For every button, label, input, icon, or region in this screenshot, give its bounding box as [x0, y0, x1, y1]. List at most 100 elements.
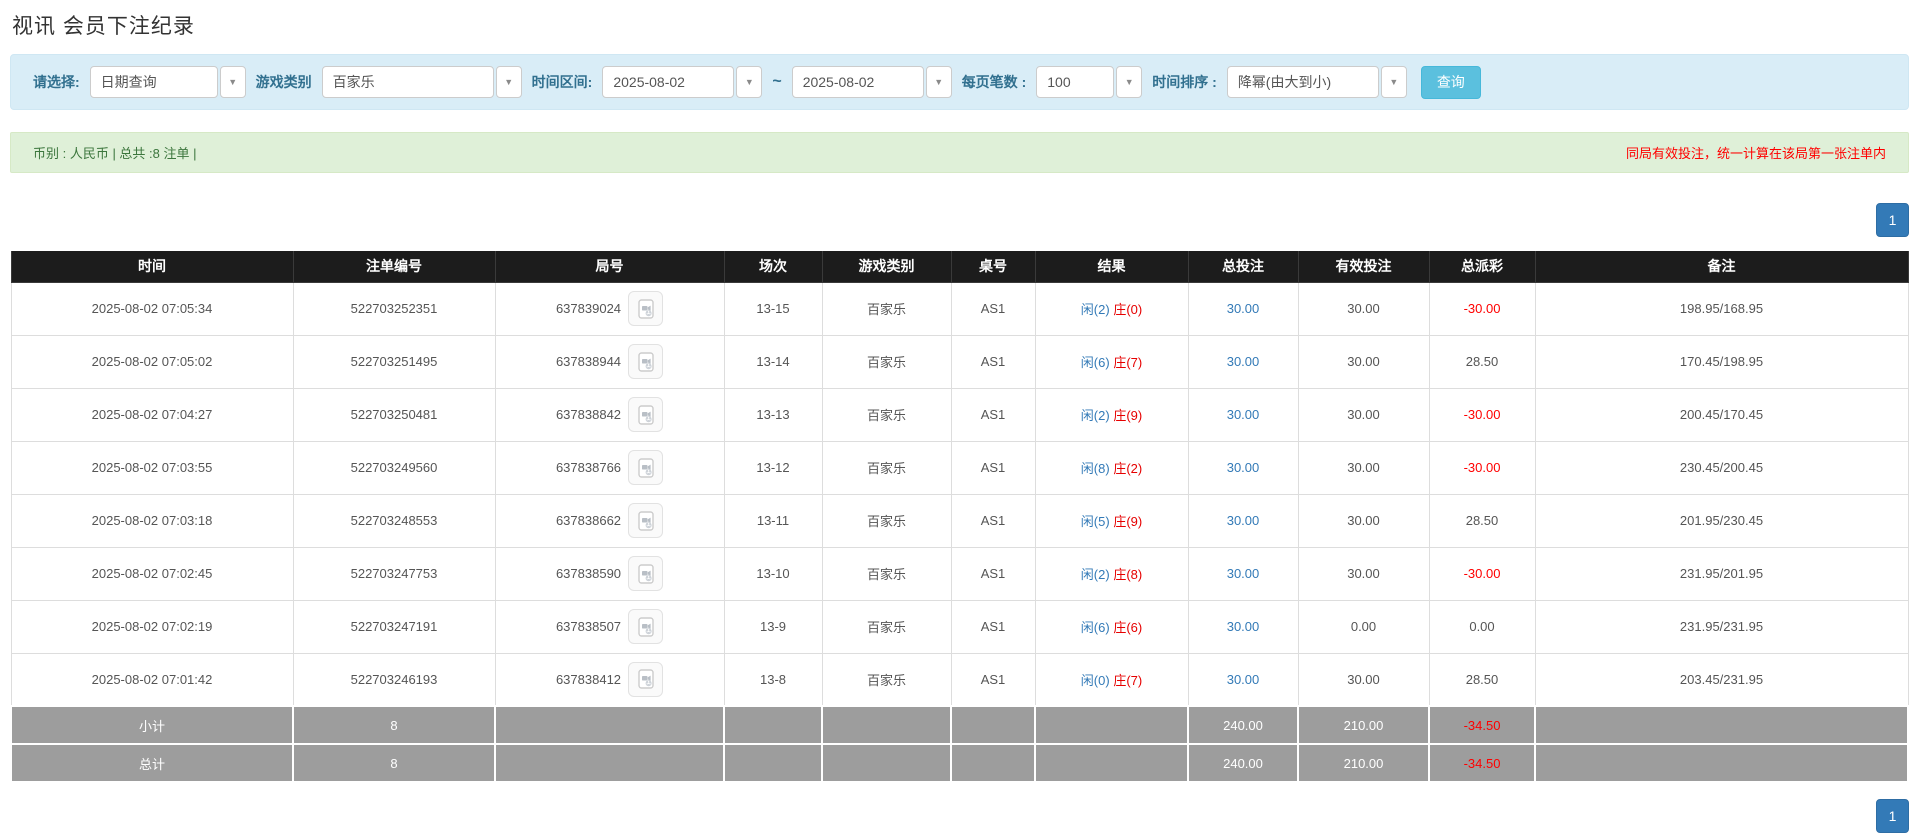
cell-valid-bet: 30.00	[1297, 440, 1430, 495]
time-sort-select[interactable]: 降幂(由大到小) ▼	[1226, 66, 1407, 98]
currency-summary-text: 币别 : 人民币 | 总共 :8 注单 |	[33, 146, 197, 161]
video-replay-button[interactable]	[628, 450, 664, 485]
cell-payout: 28.50	[1428, 652, 1536, 707]
cell-valid-bet: 30.00	[1297, 334, 1430, 389]
result-player: 闲(0)	[1080, 672, 1110, 688]
video-replay-button[interactable]	[628, 661, 664, 697]
total-bet-link[interactable]: 30.00	[1227, 354, 1260, 369]
total-bet-link[interactable]: 30.00	[1227, 513, 1260, 528]
result-player: 闲(2)	[1080, 302, 1110, 317]
cell-bet-number: 522703246193	[292, 652, 496, 707]
cell-game-type: 百家乐	[821, 652, 952, 707]
cell-result: 闲(2) 庄(0)	[1034, 281, 1189, 336]
cell-bet-number: 522703247191	[292, 599, 496, 654]
video-replay-button[interactable]	[628, 609, 664, 644]
cell-session: 13-15	[723, 281, 823, 336]
video-icon	[637, 669, 654, 689]
cell-payout: -30.00	[1428, 387, 1536, 442]
cell-result: 闲(2) 庄(9)	[1034, 387, 1189, 442]
cell-bet-number: 522703248553	[292, 493, 496, 548]
search-button[interactable]: 查询	[1420, 65, 1481, 99]
column-header: 总派彩	[1428, 251, 1536, 283]
cell-total-bet: 30.00	[1187, 440, 1299, 495]
cell-result: 闲(5) 庄(9)	[1034, 493, 1189, 548]
page-1-button[interactable]: 1	[1876, 799, 1909, 833]
cell-valid-bet: 30.00	[1297, 546, 1430, 601]
cell-game-type: 百家乐	[821, 599, 952, 654]
result-banker: 庄(7)	[1113, 355, 1143, 370]
result-banker: 庄(9)	[1113, 408, 1143, 423]
total-bet-link[interactable]: 30.00	[1227, 566, 1260, 581]
date-from-select[interactable]: 2025-08-02 ▼	[602, 66, 763, 98]
cell-table-number: AS1	[950, 652, 1036, 707]
round-number-text: 637838842	[555, 407, 622, 422]
cell-total-bet: 30.00	[1187, 334, 1299, 389]
cell-valid-bet: 30.00	[1297, 652, 1430, 707]
cell-session: 13-11	[723, 493, 823, 548]
video-replay-button[interactable]	[628, 291, 664, 326]
cell-game-type: 百家乐	[821, 334, 952, 389]
video-icon	[637, 351, 654, 372]
cell-valid-bet: 30.00	[1297, 493, 1430, 548]
cell-bet-number: 522703252351	[292, 281, 496, 336]
cell-session: 13-12	[723, 440, 823, 495]
cell-payout: -30.00	[1428, 281, 1536, 336]
pagination-bottom: 1	[10, 799, 1909, 833]
cell-bet-number: 522703249560	[292, 440, 496, 495]
video-icon	[637, 616, 654, 637]
cell-payout: -30.00	[1428, 546, 1536, 601]
filter-bar: 请选择: 日期查询 ▼ 游戏类别 百家乐 ▼ 时间区间: 2025-08-02 …	[10, 54, 1909, 110]
video-replay-button[interactable]	[628, 397, 664, 432]
result-player: 闲(8)	[1080, 461, 1110, 476]
cell-remark: 200.45/170.45	[1534, 387, 1909, 442]
result-player: 闲(6)	[1080, 620, 1110, 635]
cell-remark: 198.95/168.95	[1534, 281, 1909, 336]
cell-time: 2025-08-02 07:02:45	[10, 546, 294, 601]
result-banker: 庄(6)	[1113, 620, 1143, 635]
cell-round-number: 637838842	[494, 387, 725, 442]
table-row: 2025-08-02 07:02:45 522703247753 6378385…	[10, 546, 1909, 601]
table-row: 2025-08-02 07:05:34 522703252351 6378390…	[10, 281, 1909, 336]
column-header: 时间	[10, 251, 294, 283]
page-1-button[interactable]: 1	[1876, 203, 1909, 237]
table-row: 2025-08-02 07:03:18 522703248553 6378386…	[10, 493, 1909, 548]
total-bet-link[interactable]: 30.00	[1227, 460, 1260, 475]
query-type-select[interactable]: 日期查询 ▼	[89, 66, 246, 98]
cell-time: 2025-08-02 07:05:02	[10, 334, 294, 389]
total-bet-link[interactable]: 30.00	[1227, 301, 1260, 316]
round-number-text: 637838507	[555, 619, 622, 634]
video-icon	[637, 404, 654, 425]
game-type-select[interactable]: 百家乐 ▼	[321, 66, 522, 98]
subtotal-valid-bet: 210.00	[1297, 705, 1430, 745]
total-bet-link[interactable]: 30.00	[1227, 407, 1260, 422]
round-number-text: 637838662	[555, 513, 622, 528]
cell-round-number: 637838766	[494, 440, 725, 495]
cell-total-bet: 30.00	[1187, 546, 1299, 601]
chevron-down-icon: ▼	[495, 66, 522, 98]
page-title: 视讯 会员下注纪录	[12, 15, 195, 38]
cell-remark: 230.45/200.45	[1534, 440, 1909, 495]
cell-round-number: 637838662	[494, 493, 725, 548]
cell-bet-number: 522703247753	[292, 546, 496, 601]
cell-table-number: AS1	[950, 599, 1036, 654]
cell-session: 13-8	[723, 652, 823, 707]
per-page-select[interactable]: 100 ▼	[1036, 66, 1143, 98]
chevron-down-icon: ▼	[925, 66, 952, 98]
cell-game-type: 百家乐	[821, 387, 952, 442]
chevron-down-icon: ▼	[1380, 66, 1407, 98]
total-bet-link[interactable]: 30.00	[1227, 672, 1260, 687]
video-replay-button[interactable]	[628, 556, 664, 591]
result-banker: 庄(0)	[1113, 302, 1143, 317]
total-label: 总计	[10, 743, 294, 783]
cell-result: 闲(8) 庄(2)	[1034, 440, 1189, 495]
round-number-text: 637838412	[555, 671, 622, 687]
cell-table-number: AS1	[950, 281, 1036, 336]
result-banker: 庄(7)	[1113, 672, 1143, 688]
date-to-select[interactable]: 2025-08-02 ▼	[791, 66, 952, 98]
game-type-label: 游戏类别	[255, 74, 312, 90]
cell-remark: 201.95/230.45	[1534, 493, 1909, 548]
video-icon	[637, 457, 654, 478]
video-replay-button[interactable]	[628, 344, 664, 379]
video-replay-button[interactable]	[628, 503, 664, 538]
total-bet-link[interactable]: 30.00	[1227, 619, 1260, 634]
